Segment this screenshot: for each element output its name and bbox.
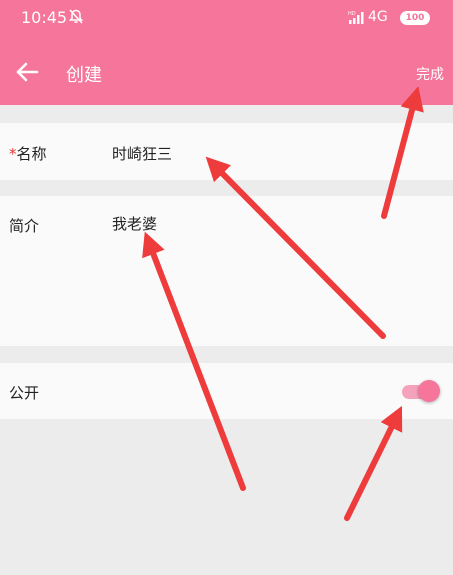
intro-row[interactable]: 简介 我老婆 (0, 196, 453, 346)
intro-label: 简介 (9, 217, 40, 235)
battery-indicator: 100 (400, 11, 430, 25)
name-label-text: 名称 (16, 145, 47, 163)
public-toggle[interactable] (402, 378, 442, 404)
toolbar: 创建 完成 (0, 37, 453, 105)
name-label: *名称 (9, 143, 47, 164)
status-bar: 10:45 HD 4G 100 (0, 0, 453, 37)
name-row[interactable]: *名称 时崎狂三 (0, 123, 453, 180)
network-type: 4G (368, 9, 388, 25)
name-value[interactable]: 时崎狂三 (112, 143, 172, 164)
signal-hd-label: HD (348, 11, 356, 17)
public-label: 公开 (9, 384, 40, 402)
signal-icon: HD (348, 9, 366, 28)
muted-bell-icon (68, 9, 84, 28)
done-button[interactable]: 完成 (416, 64, 444, 84)
public-row: 公开 (0, 363, 453, 419)
intro-value[interactable]: 我老婆 (112, 213, 157, 234)
page-title: 创建 (66, 65, 102, 86)
toggle-knob (418, 380, 440, 402)
annotation-arrow-toggle (344, 405, 403, 521)
status-time: 10:45 (21, 8, 68, 27)
back-arrow-icon[interactable] (12, 57, 42, 87)
required-mark: * (9, 145, 17, 163)
